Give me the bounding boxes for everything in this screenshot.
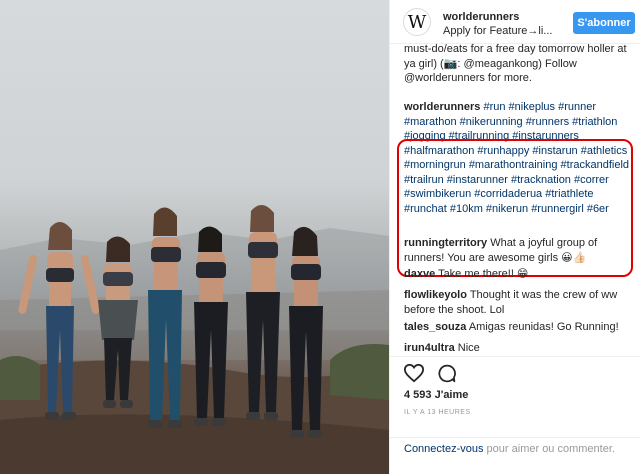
avatar[interactable]: W bbox=[403, 8, 431, 36]
comments-list[interactable]: must-do/eats for a free day tomorrow hol… bbox=[390, 44, 640, 356]
comment-text: Nice bbox=[457, 342, 480, 354]
comment-item: runningterritory What a joyful group of … bbox=[404, 236, 632, 265]
post-photo[interactable] bbox=[0, 0, 389, 474]
heart-icon[interactable] bbox=[403, 363, 425, 386]
login-prompt-text: pour aimer ou commenter. bbox=[483, 443, 615, 455]
post-timestamp: IL Y A 13 HEURES bbox=[404, 409, 471, 416]
comment-username[interactable]: runningterritory bbox=[404, 237, 487, 249]
runners-photo-illustration bbox=[0, 204, 389, 474]
comment-item: flowlikeyolo Thought it was the crew of … bbox=[404, 288, 632, 317]
header-location[interactable]: Apply for Feature→li... bbox=[443, 25, 558, 37]
comment-text: Amigas reunidas! Go Running! bbox=[468, 321, 619, 333]
likes-count[interactable]: 4 593 J'aime bbox=[404, 389, 468, 401]
avatar-letter: W bbox=[407, 11, 427, 33]
comment-icon[interactable] bbox=[436, 363, 457, 387]
comment-username[interactable]: daxve bbox=[404, 268, 435, 280]
login-prompt: Connectez-vous pour aimer ou commenter. bbox=[390, 437, 640, 457]
comment-text: Take me there!! 😁 bbox=[438, 268, 529, 280]
comment-item: daxve Take me there!! 😁 bbox=[404, 267, 632, 282]
comment-item: irun4ultra Nice bbox=[404, 341, 632, 356]
comment-item: tales_souza Amigas reunidas! Go Running! bbox=[404, 320, 632, 335]
header-username[interactable]: worlderunners bbox=[443, 11, 519, 23]
post-header: W worlderunners Apply for Feature→li... … bbox=[390, 0, 640, 44]
follow-button[interactable]: S'abonner bbox=[573, 12, 635, 34]
comment-username[interactable]: tales_souza bbox=[404, 321, 466, 333]
comment-username[interactable]: flowlikeyolo bbox=[404, 289, 467, 301]
post-side-panel: W worlderunners Apply for Feature→li... … bbox=[389, 0, 640, 474]
caption-tail: must-do/eats for a free day tomorrow hol… bbox=[404, 44, 627, 84]
caption-username[interactable]: worlderunners bbox=[404, 101, 480, 113]
login-link[interactable]: Connectez-vous bbox=[404, 443, 484, 455]
post-actions: 4 593 J'aime IL Y A 13 HEURES Connectez-… bbox=[390, 356, 640, 474]
comment-username[interactable]: irun4ultra bbox=[404, 342, 455, 354]
